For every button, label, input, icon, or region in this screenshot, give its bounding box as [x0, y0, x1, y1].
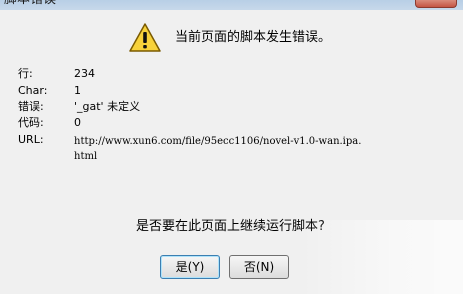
continue-question: 是否要在此页面上继续运行脚本? [136, 219, 325, 234]
close-button[interactable] [415, 0, 457, 8]
error-value: '_gat' 未定义 [74, 100, 141, 113]
title-bar[interactable]: 脚本错误 [0, 0, 463, 10]
line-label: 行: [18, 67, 33, 80]
no-button[interactable]: 否(N) [229, 255, 289, 279]
error-label: 错误: [18, 100, 44, 113]
char-value: 1 [74, 84, 81, 97]
window-title: 脚本错误 [4, 0, 56, 8]
line-value: 234 [74, 67, 95, 80]
yes-button[interactable]: 是(Y) [160, 255, 220, 279]
url-value: http://www.xun6.com/file/95ecc1106/novel… [74, 136, 362, 162]
code-label: 代码: [18, 116, 44, 129]
code-value: 0 [74, 116, 81, 129]
warning-icon [129, 23, 161, 52]
watermark-overlay [300, 220, 463, 294]
error-header-message: 当前页面的脚本发生错误。 [175, 30, 332, 45]
url-label: URL: [18, 133, 44, 146]
char-label: Char: [18, 84, 48, 97]
